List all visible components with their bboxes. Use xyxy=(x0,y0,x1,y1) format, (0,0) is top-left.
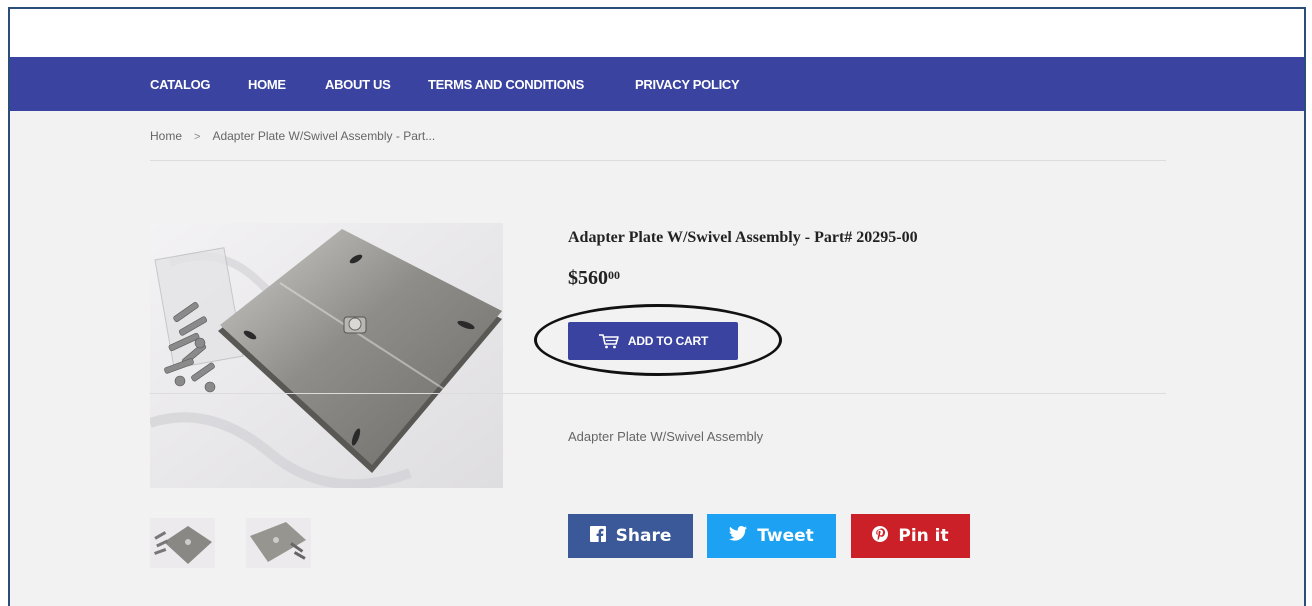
nav-item-about-us[interactable]: ABOUT US xyxy=(325,77,391,92)
pin-it-button[interactable]: Pin it xyxy=(851,514,970,558)
nav-item-catalog[interactable]: CATALOG xyxy=(150,77,211,92)
twitter-icon xyxy=(729,526,748,546)
product-description: Adapter Plate W/Swivel Assembly xyxy=(568,429,764,444)
pin-it-label: Pin it xyxy=(898,526,949,546)
add-to-cart-button[interactable]: ADD TO CART xyxy=(568,322,738,360)
product-title: Adapter Plate W/Swivel Assembly - Part# … xyxy=(568,229,918,246)
add-to-cart-label: ADD TO CART xyxy=(627,334,709,348)
breadcrumb-divider xyxy=(150,160,1166,161)
tweet-button[interactable]: Tweet xyxy=(707,514,836,558)
product-divider xyxy=(150,393,1166,394)
breadcrumb: Home > Adapter Plate W/Swivel Assembly - P… xyxy=(150,129,435,143)
product-photo xyxy=(150,223,503,488)
price-cents: 00 xyxy=(608,268,620,282)
main-nav: CATALOG HOME ABOUT US TERMS AND CONDITIO… xyxy=(10,57,1304,111)
cart-icon xyxy=(598,333,620,349)
product-thumbnail-1[interactable] xyxy=(150,518,215,568)
tweet-label: Tweet xyxy=(757,526,814,546)
breadcrumb-home-link[interactable]: Home xyxy=(150,129,182,143)
pinterest-icon xyxy=(872,525,889,547)
top-bar xyxy=(10,9,1304,57)
page-frame: CATALOG HOME ABOUT US TERMS AND CONDITIO… xyxy=(8,7,1306,606)
breadcrumb-current: Adapter Plate W/Swivel Assembly - Part..… xyxy=(212,129,436,143)
facebook-icon xyxy=(589,525,606,547)
nav-item-privacy[interactable]: PRIVACY POLICY xyxy=(635,77,740,92)
breadcrumb-separator: > xyxy=(194,131,201,143)
product-main-image[interactable] xyxy=(150,223,503,488)
thumbnail-image-1 xyxy=(150,518,215,568)
product-thumbnail-2[interactable] xyxy=(246,518,311,568)
price-whole: $560 xyxy=(568,267,608,289)
nav-item-terms[interactable]: TERMS AND CONDITIONS xyxy=(428,77,584,92)
product-price: $56000 xyxy=(568,267,620,290)
share-label: Share xyxy=(615,526,672,546)
thumbnail-image-2 xyxy=(246,518,311,568)
share-button[interactable]: Share xyxy=(568,514,693,558)
nav-item-home[interactable]: HOME xyxy=(248,77,286,92)
